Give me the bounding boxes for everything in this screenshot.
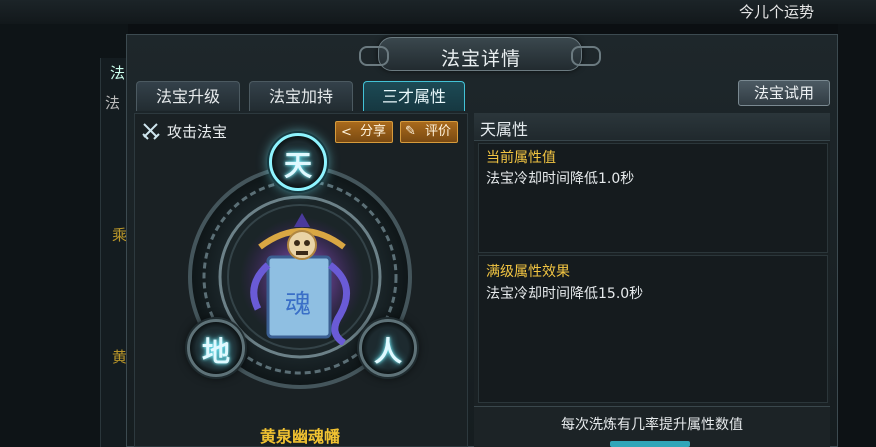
share-icon: < (341, 125, 352, 140)
tab-artifact-blessing[interactable]: 法宝加持 (249, 81, 353, 111)
max-attribute-value: 法宝冷却时间降低15.0秒 (486, 286, 644, 302)
background-label: 法 (110, 64, 126, 82)
artifact-type-label: 攻击法宝 (167, 123, 228, 141)
fortune-text[interactable]: 今儿个运势 (739, 1, 814, 22)
earth-node[interactable]: 地 (187, 319, 245, 377)
tab-three-talents[interactable]: 三才属性 (363, 81, 465, 111)
max-attribute-label: 满级属性效果 (486, 264, 570, 280)
earth-char: 地 (201, 335, 230, 368)
artifact-name: 黄泉幽魂幡 (259, 427, 340, 446)
current-attribute-label: 当前属性值 (486, 150, 556, 166)
refine-hint: 每次洗炼有几率提升属性数值 (561, 417, 743, 433)
heaven-node[interactable]: 天 (269, 133, 327, 191)
window-title: 法宝详情 (440, 48, 521, 70)
tab-artifact-upgrade[interactable]: 法宝升级 (136, 81, 240, 111)
human-char: 人 (373, 335, 402, 368)
background-label: 黄 (112, 348, 128, 366)
edit-icon: ✎ (405, 124, 416, 139)
refine-button-edge[interactable] (610, 441, 690, 447)
human-node[interactable]: 人 (359, 319, 417, 377)
artifact-image: 魂 (240, 213, 364, 345)
try-artifact-button[interactable]: 法宝试用 (738, 80, 830, 106)
background-label: 法 (105, 94, 121, 112)
crossed-swords-icon (142, 123, 160, 140)
svg-text:魂: 魂 (285, 290, 311, 320)
section-title: 天属性 (480, 120, 529, 139)
window-title-plate: 法宝详情 (359, 37, 601, 71)
heaven-char: 天 (283, 149, 312, 182)
background-label: 乘 (112, 226, 128, 244)
current-attribute-value: 法宝冷却时间降低1.0秒 (486, 171, 635, 187)
background-right (838, 24, 876, 447)
